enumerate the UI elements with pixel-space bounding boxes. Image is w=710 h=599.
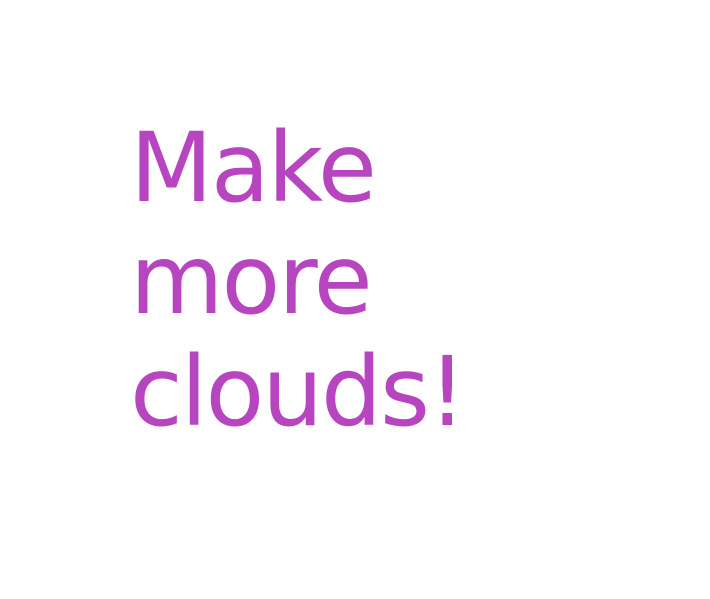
handwritten-text: Make more clouds! bbox=[130, 112, 466, 448]
